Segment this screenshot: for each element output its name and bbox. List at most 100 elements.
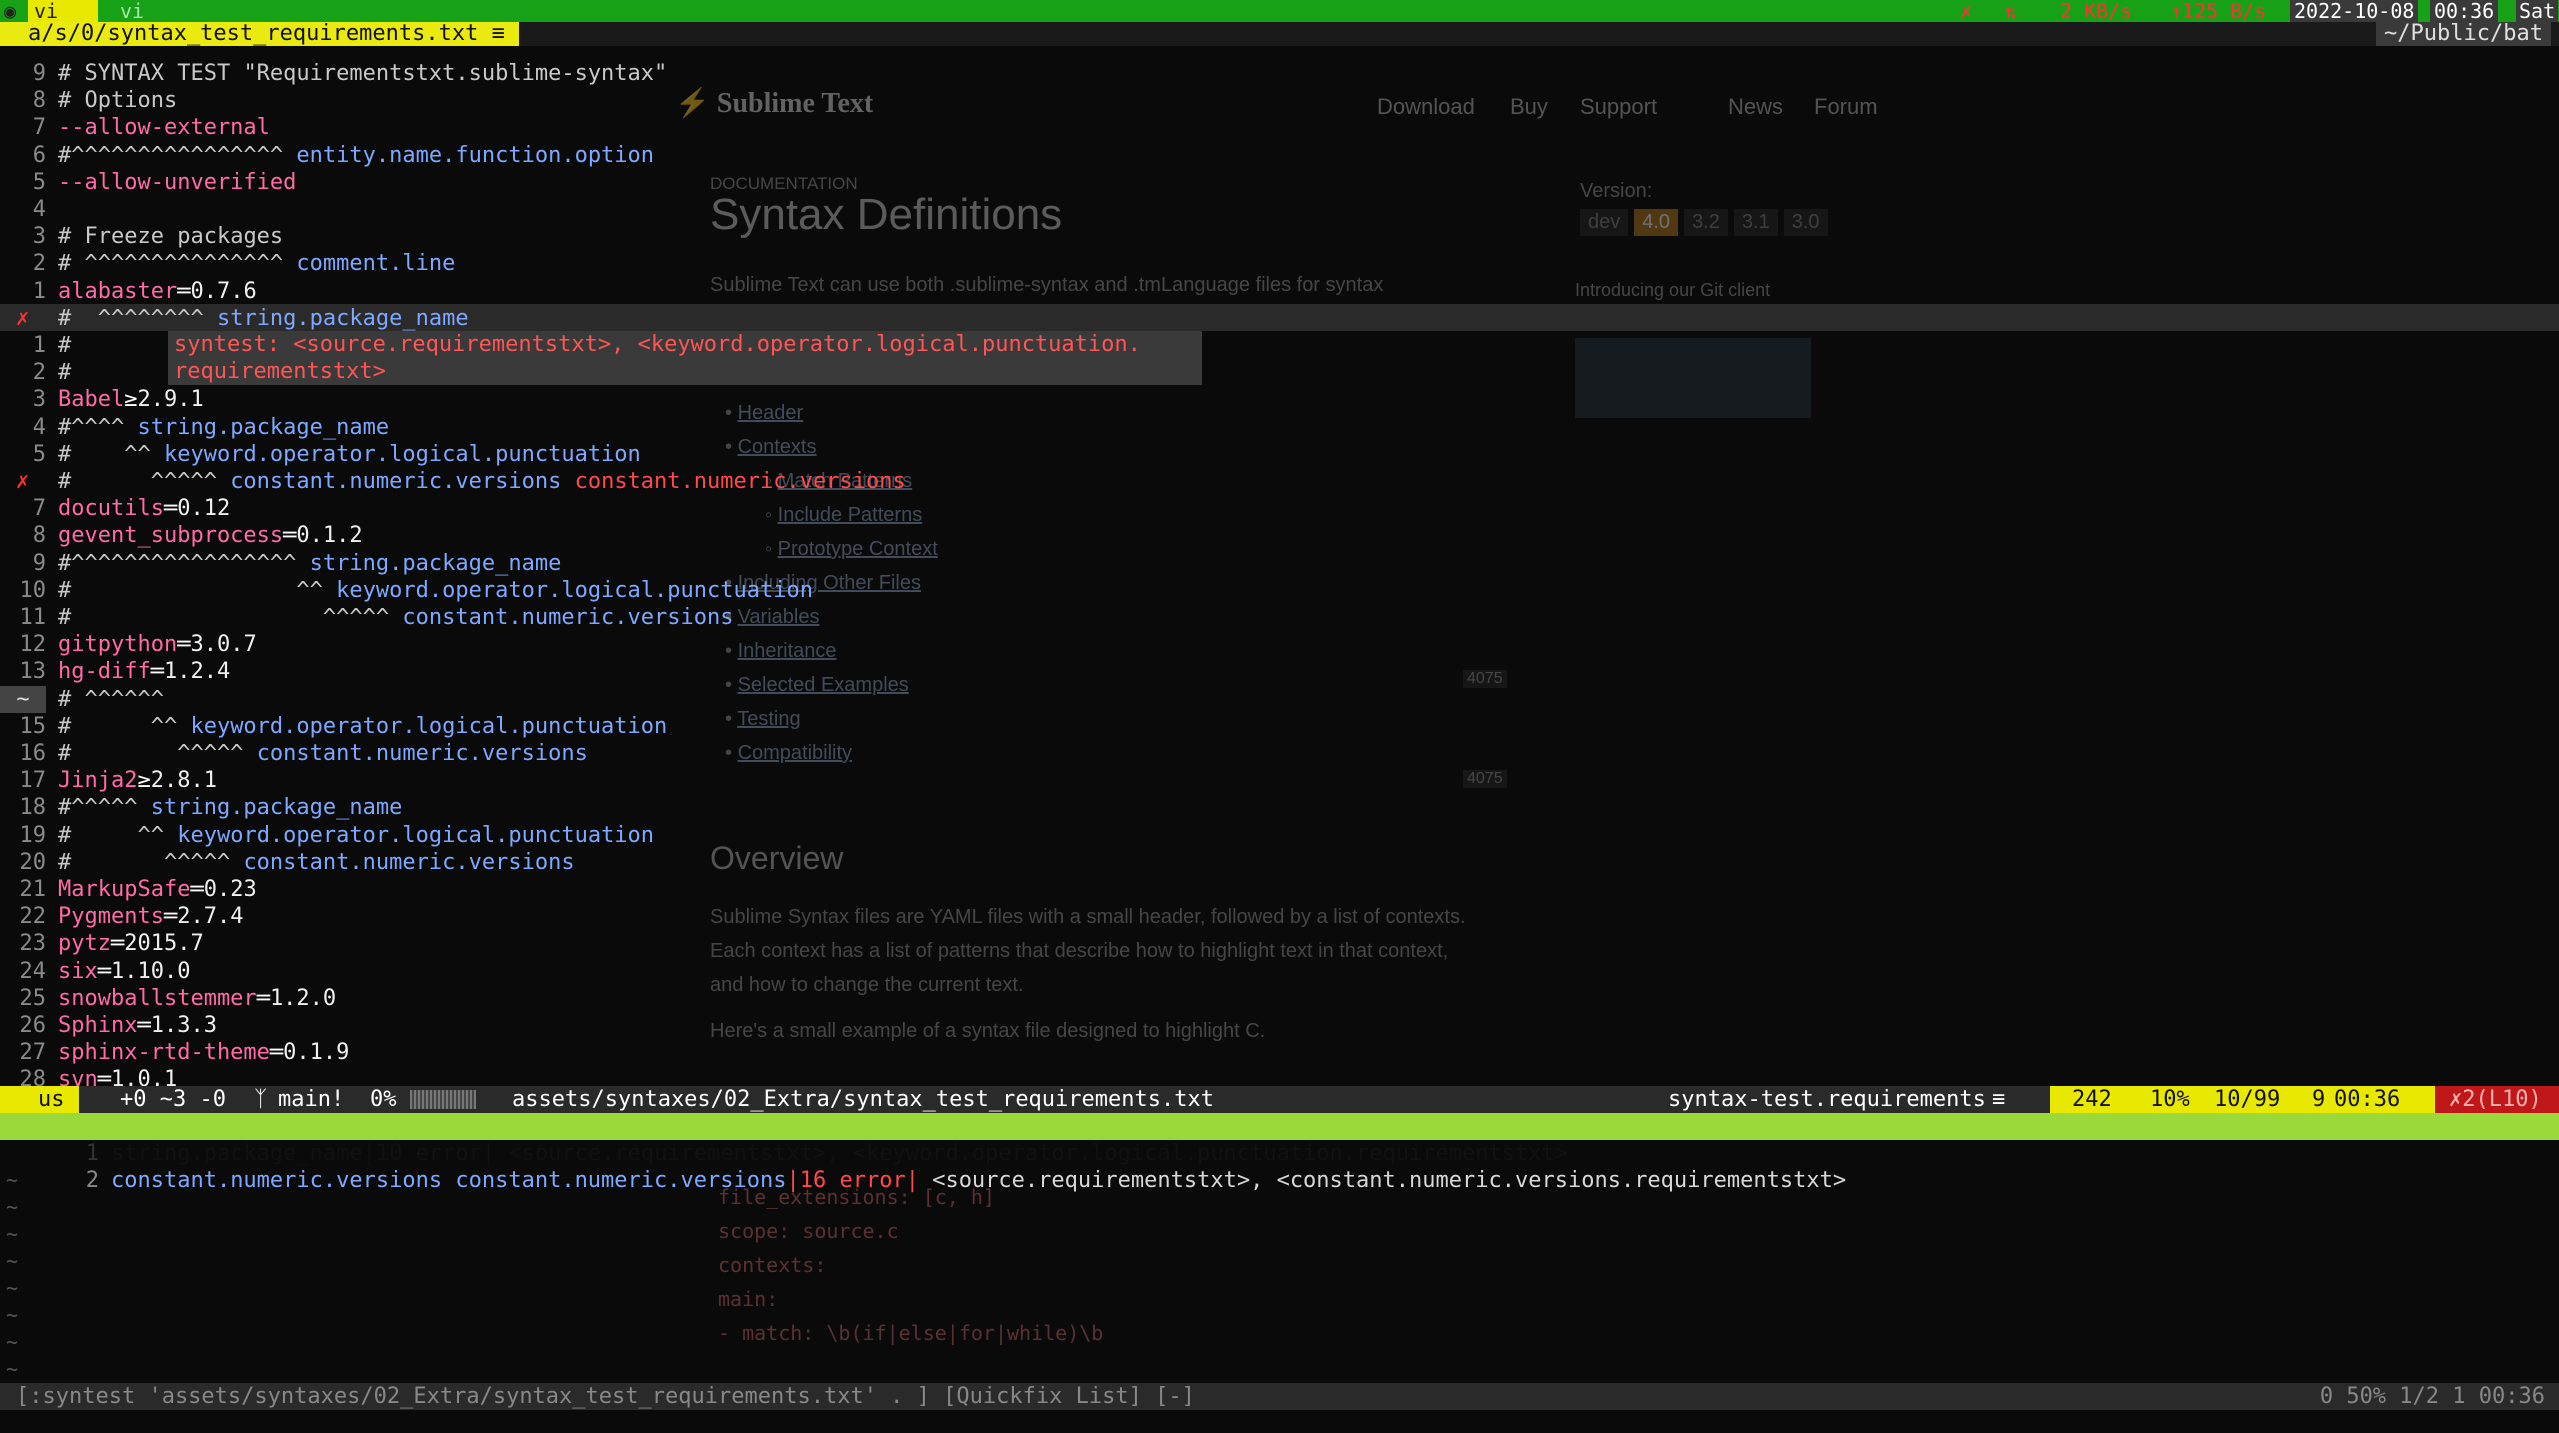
code-line[interactable]: 25 snowballstemmer═1.2.0 bbox=[0, 985, 337, 1012]
code-line[interactable]: 9 #^^^^^^^^^^^^^^^^^ string.package_name bbox=[0, 550, 562, 577]
line-number: 11 bbox=[19, 605, 47, 630]
code-line[interactable]: 27 sphinx-rtd-theme═0.1.9 bbox=[0, 1039, 350, 1066]
code-line[interactable]: ✗ # ^^^^^^^^ string.package_name bbox=[0, 305, 469, 332]
code-line[interactable]: 5 --allow-unverified bbox=[0, 169, 297, 196]
quickfix-statusline: [:syntest 'assets/syntaxes/02_Extra/synt… bbox=[0, 1383, 2559, 1410]
code-text: # ^^ keyword.operator.logical.punctuatio… bbox=[58, 577, 813, 603]
line-number: 22 bbox=[19, 904, 47, 930]
code-line[interactable]: 12 gitpython═3.0.7 bbox=[0, 631, 257, 658]
position-block: 242 10% 10/99 9 00:36 bbox=[2050, 1086, 2435, 1113]
code-text: # ^^^^^^^^^^^^^^^ comment.line bbox=[58, 251, 456, 277]
workspace-indicator[interactable]: ◉ bbox=[4, 0, 16, 22]
line-number: 10 bbox=[19, 577, 47, 603]
line-col: 10/99 bbox=[2214, 1087, 2281, 1112]
code-text: alabaster═0.7.6 bbox=[58, 278, 257, 304]
quickfix-window: 1 string.package_name|10 error| <source.r… bbox=[0, 1113, 2559, 1383]
tabline: a/s/0/syntax_test_requirements.txt ≡ ~/P… bbox=[0, 22, 2559, 46]
date-label: 2022-10-08 bbox=[2290, 0, 2419, 22]
code-line[interactable]: 6 #^^^^^^^^^^^^^^^^ entity.name.function.… bbox=[0, 142, 654, 169]
code-line[interactable]: 9 # SYNTAX TEST "Requirementstxt.sublime-… bbox=[0, 60, 668, 87]
code-text: # bbox=[58, 333, 72, 358]
scroll-percent: 0% bbox=[370, 1087, 397, 1112]
code-text: # bbox=[58, 360, 72, 386]
code-line[interactable]: 3 Babel≥2.9.1 bbox=[0, 386, 204, 413]
diagnostics-errors[interactable]: ✗2(L10) bbox=[2435, 1086, 2559, 1113]
code-text: # ^^^^^ constant.numeric.versions consta… bbox=[58, 469, 906, 494]
code-text: Pygments═2.7.4 bbox=[58, 904, 244, 930]
quickfix-title: [:syntest 'assets/syntaxes/02_Extra/synt… bbox=[16, 1384, 1195, 1409]
code-text: # ^^^^^ constant.numeric.versions bbox=[58, 741, 588, 766]
line-number: 2 bbox=[32, 360, 46, 386]
line-number: 2 bbox=[32, 251, 46, 277]
line-number: 8 bbox=[32, 88, 46, 114]
code-text: # ^^^^^ constant.numeric.versions bbox=[58, 849, 575, 875]
code-line[interactable]: 8 gevent_subprocess═0.1.2 bbox=[0, 522, 363, 549]
line-number: 3 bbox=[32, 387, 46, 413]
code-text: # ^^^^^^ bbox=[58, 686, 164, 712]
code-line[interactable]: 15 # ^^ keyword.operator.logical.punctuat… bbox=[0, 713, 668, 740]
code-line[interactable]: 26 Sphinx═1.3.3 bbox=[0, 1012, 217, 1039]
code-text: MarkupSafe═0.23 bbox=[58, 877, 257, 902]
code-text: pytz═2015.7 bbox=[58, 931, 204, 957]
editor-buffer[interactable]: 9 # SYNTAX TEST "Requirementstxt.sublime-… bbox=[0, 60, 2559, 1092]
error-sign-icon: ✗ bbox=[16, 469, 30, 494]
line-number: 27 bbox=[19, 1040, 47, 1066]
code-line[interactable]: 17 Jinja2≥2.8.1 bbox=[0, 767, 217, 794]
code-line[interactable]: 7 docutils═0.12 bbox=[0, 495, 230, 522]
net-down: 2 KB/s bbox=[2060, 0, 2133, 23]
quickfix-item[interactable]: 2 constant.numeric.versions constant.nume… bbox=[0, 1140, 2559, 1193]
code-text: #^^^^^^^^^^^^^^^^^ string.package_name bbox=[58, 550, 562, 576]
workspace-tab[interactable]: vi bbox=[120, 0, 144, 22]
code-line[interactable]: 7 --allow-external bbox=[0, 114, 270, 141]
git-branch: main! bbox=[278, 1087, 345, 1112]
code-line[interactable]: 4 #^^^^ string.package_name bbox=[0, 414, 389, 441]
code-line[interactable]: 13 hg-diff═1.2.4 bbox=[0, 658, 231, 685]
quickfix-item[interactable]: 1 string.package_name|10 error| <source.r… bbox=[0, 1113, 2559, 1166]
code-line[interactable]: 22 Pygments═2.7.4 bbox=[0, 903, 244, 930]
code-line[interactable]: 2 # ^^^^^^^^^^^^^^^ comment.line bbox=[0, 250, 456, 277]
file-path: assets/syntaxes/02_Extra/syntax_test_req… bbox=[512, 1087, 1214, 1112]
code-line[interactable]: 20 # ^^^^^ constant.numeric.versions bbox=[0, 849, 575, 876]
workspace-tab-active[interactable]: vi bbox=[28, 0, 98, 22]
scroll-pos: 10% bbox=[2150, 1087, 2190, 1112]
code-text: --allow-external bbox=[58, 115, 270, 141]
line-number: 20 bbox=[19, 849, 47, 875]
code-line[interactable]: ~ # ^^^^^^ bbox=[0, 685, 164, 713]
code-text: # ^^ keyword.operator.logical.punctuatio… bbox=[58, 441, 641, 467]
code-text: six═1.10.0 bbox=[58, 958, 191, 984]
line-number: 12 bbox=[19, 632, 47, 658]
char-count: 242 bbox=[2072, 1087, 2112, 1112]
code-line[interactable]: 10 # ^^ keyword.operator.logical.punctuat… bbox=[0, 577, 813, 604]
line-number: 8 bbox=[32, 523, 46, 549]
line-number: 5 bbox=[32, 169, 46, 195]
code-line[interactable]: 3 # Freeze packages bbox=[0, 223, 283, 250]
mode-indicator: us bbox=[0, 1086, 79, 1113]
code-text: docutils═0.12 bbox=[58, 496, 231, 522]
code-line[interactable]: 1 # bbox=[0, 332, 72, 359]
code-line[interactable]: 18 #^^^^^ string.package_name bbox=[0, 794, 403, 821]
code-text: Jinja2≥2.8.1 bbox=[58, 768, 217, 794]
code-line[interactable]: 4 bbox=[0, 196, 58, 223]
code-text: # ^^^^^ constant.numeric.versions bbox=[58, 605, 734, 630]
code-line[interactable]: 21 MarkupSafe═0.23 bbox=[0, 876, 257, 903]
scrollbar[interactable] bbox=[410, 1090, 476, 1109]
code-line[interactable]: 23 pytz═2015.7 bbox=[0, 930, 204, 957]
line-number: 16 bbox=[19, 741, 47, 766]
error-popup: syntest: <source.requirementstxt>, <keyw… bbox=[168, 331, 1202, 385]
code-line[interactable]: 24 six═1.10.0 bbox=[0, 958, 191, 985]
buffer-tab[interactable]: a/s/0/syntax_test_requirements.txt ≡ bbox=[0, 22, 519, 46]
code-line[interactable]: ✗ # ^^^^^ constant.numeric.versions const… bbox=[0, 468, 906, 495]
code-line[interactable]: 19 # ^^ keyword.operator.logical.punctuat… bbox=[0, 822, 655, 849]
line-number: 1 bbox=[32, 333, 46, 358]
code-line[interactable]: 16 # ^^^^^ constant.numeric.versions bbox=[0, 740, 588, 767]
code-line[interactable]: 1 alabaster═0.7.6 bbox=[0, 278, 257, 305]
code-line[interactable]: 8 # Options bbox=[0, 87, 177, 114]
line-number: 21 bbox=[19, 877, 47, 902]
code-line[interactable]: 2 # bbox=[0, 359, 72, 386]
column: 9 bbox=[2312, 1087, 2326, 1112]
code-line[interactable]: 11 # ^^^^^ constant.numeric.versions bbox=[0, 604, 734, 631]
code-text: # Options bbox=[58, 88, 178, 114]
line-number: 17 bbox=[19, 768, 47, 794]
code-line[interactable]: 5 # ^^ keyword.operator.logical.punctuati… bbox=[0, 441, 641, 468]
line-number: 25 bbox=[19, 985, 47, 1011]
